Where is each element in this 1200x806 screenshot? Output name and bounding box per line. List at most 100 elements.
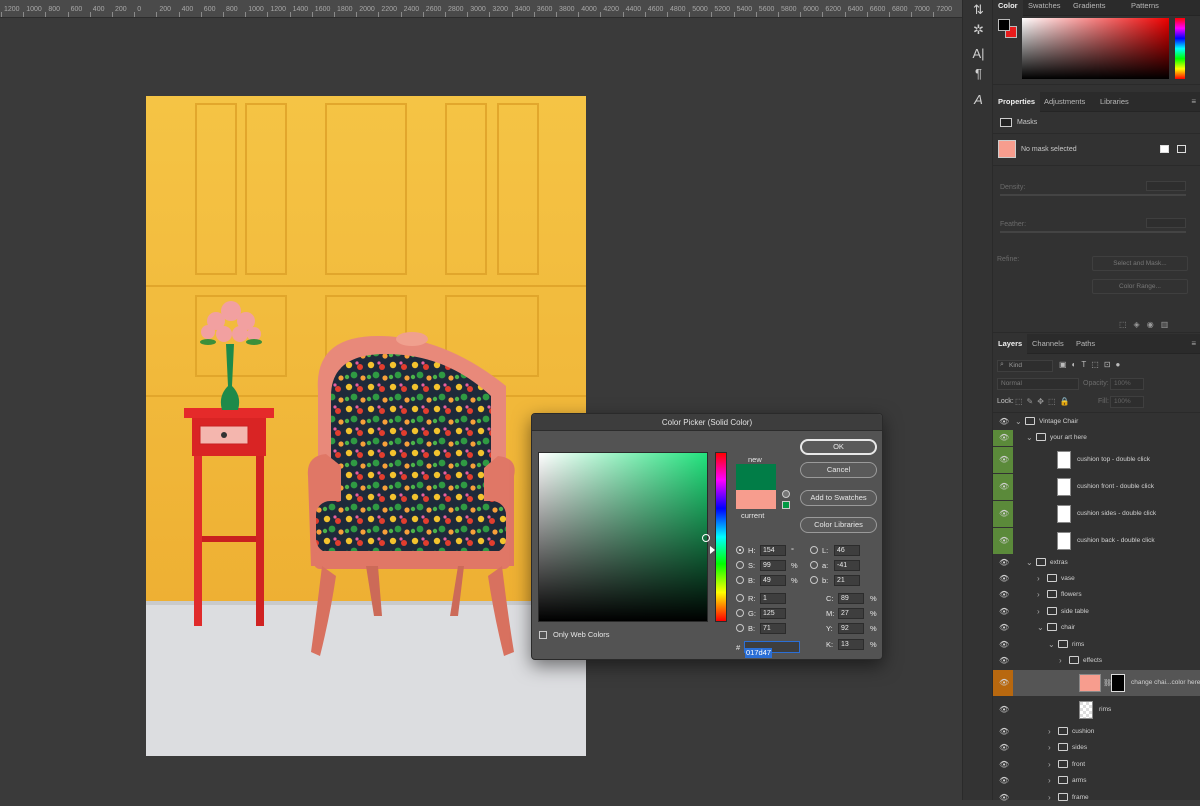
lock-icons[interactable]: ⬚✎✥⬚🔒 <box>1015 397 1073 406</box>
chevron-right-icon[interactable]: › <box>1048 743 1051 752</box>
visibility-eye-icon[interactable]: 👁 <box>999 743 1009 752</box>
red-radio[interactable] <box>736 594 744 602</box>
lab-l-input[interactable]: 46 <box>834 545 860 556</box>
density-slider[interactable] <box>1000 194 1186 196</box>
hue-slider[interactable] <box>715 452 727 622</box>
layer-row-cushion-sides-double-click[interactable]: 👁 cushion sides - double click <box>993 501 1200 527</box>
layer-row-arms[interactable]: 👁 › arms <box>993 773 1200 789</box>
visibility-eye-icon[interactable]: 👁 <box>999 760 1009 769</box>
tab-paths[interactable]: Paths <box>1071 334 1100 354</box>
current-color-swatch[interactable] <box>736 490 776 509</box>
feather-slider[interactable] <box>1000 231 1186 233</box>
visibility-eye-icon[interactable]: 👁 <box>999 705 1009 714</box>
visibility-eye-icon[interactable]: 👁 <box>999 640 1009 649</box>
smart-object-thumbnail[interactable] <box>1057 451 1071 469</box>
layer-row-cushion[interactable]: 👁 › cushion <box>993 724 1200 740</box>
lab-a-input[interactable]: -41 <box>834 560 860 571</box>
layer-row-cushion-top-double-click[interactable]: 👁 cushion top - double click <box>993 447 1200 473</box>
chevron-down-icon[interactable]: ⌄ <box>1037 623 1044 632</box>
fill-field[interactable]: 100% <box>1110 396 1144 408</box>
ok-button[interactable]: OK <box>800 439 877 455</box>
foreground-color-swatch[interactable] <box>998 19 1010 31</box>
blend-mode-select[interactable]: Normal <box>997 378 1079 390</box>
layer-row-extras[interactable]: 👁 ⌄ extras <box>993 555 1200 571</box>
hue-input[interactable]: 154 <box>760 545 786 556</box>
web-safe-swatch-icon[interactable] <box>782 501 790 509</box>
layer-row-rims[interactable]: 👁 ⌄ rims <box>993 637 1200 653</box>
layer-row-sides[interactable]: 👁 › sides <box>993 740 1200 756</box>
color-range-button[interactable]: Color Range... <box>1092 279 1188 294</box>
smart-object-thumbnail[interactable] <box>1057 505 1071 523</box>
character-icon[interactable]: A| <box>963 46 994 61</box>
chevron-right-icon[interactable]: › <box>1048 727 1051 736</box>
visibility-eye-icon[interactable]: 👁 <box>999 574 1009 583</box>
visibility-eye-icon[interactable]: 👁 <box>999 455 1009 464</box>
document-image[interactable] <box>146 96 586 756</box>
mask-thumbnail[interactable] <box>998 140 1016 158</box>
feather-field[interactable] <box>1146 218 1186 228</box>
hue-slider-handle[interactable] <box>710 546 715 554</box>
red-input[interactable]: 1 <box>760 593 786 604</box>
layer-thumbnail[interactable] <box>1079 701 1093 719</box>
visibility-eye-icon[interactable]: 👁 <box>999 558 1009 567</box>
color-libraries-button[interactable]: Color Libraries <box>800 517 877 533</box>
add-pixel-mask-icon[interactable] <box>1160 145 1169 153</box>
add-vector-mask-icon[interactable] <box>1177 145 1186 153</box>
layer-row-side-table[interactable]: 👁 › side table <box>993 604 1200 620</box>
panel-menu-icon[interactable]: ≡ <box>1191 339 1196 348</box>
chevron-down-icon[interactable]: ⌄ <box>1048 640 1055 649</box>
lab-b-radio[interactable] <box>810 576 818 584</box>
density-field[interactable] <box>1146 181 1186 191</box>
layer-row-vase[interactable]: 👁 › vase <box>993 571 1200 587</box>
tab-channels[interactable]: Channels <box>1027 334 1069 354</box>
brightness-radio[interactable] <box>736 576 744 584</box>
chevron-down-icon[interactable]: ⌄ <box>1026 558 1033 567</box>
layer-filter-icons[interactable]: ▣◐T⬚⊡● <box>1059 360 1125 369</box>
layer-mask-thumbnail[interactable] <box>1111 674 1125 692</box>
visibility-eye-icon[interactable]: 👁 <box>999 482 1009 491</box>
yellow-input[interactable]: 92 <box>838 623 864 634</box>
visibility-eye-icon[interactable]: 👁 <box>999 678 1009 687</box>
color-field-cursor[interactable] <box>702 534 710 542</box>
green-radio[interactable] <box>736 609 744 617</box>
chevron-down-icon[interactable]: ⌄ <box>1026 433 1033 442</box>
tab-gradients[interactable]: Gradients <box>1068 0 1111 16</box>
visibility-eye-icon[interactable]: 👁 <box>999 776 1009 785</box>
tab-adjustments[interactable]: Adjustments <box>1039 92 1090 112</box>
glyphs-icon[interactable]: A <box>963 92 994 107</box>
lab-b-input[interactable]: 21 <box>834 575 860 586</box>
chevron-right-icon[interactable]: › <box>1048 776 1051 785</box>
saturation-input[interactable]: 99 <box>760 560 786 571</box>
tab-layers[interactable]: Layers <box>993 334 1028 354</box>
chevron-right-icon[interactable]: › <box>1048 793 1051 802</box>
visibility-eye-icon[interactable]: 👁 <box>999 536 1009 545</box>
chevron-down-icon[interactable]: ⌄ <box>1015 417 1022 426</box>
color-hue-slider[interactable] <box>1175 18 1185 79</box>
layer-row-front[interactable]: 👁 › front <box>993 757 1200 773</box>
visibility-eye-icon[interactable]: 👁 <box>999 793 1009 802</box>
blue-input[interactable]: 71 <box>760 623 786 634</box>
brightness-input[interactable]: 49 <box>760 575 786 586</box>
hue-radio[interactable] <box>736 546 744 554</box>
history-icon[interactable]: ⇅ <box>963 2 994 18</box>
dialog-title[interactable]: Color Picker (Solid Color) <box>532 414 882 431</box>
chevron-right-icon[interactable]: › <box>1059 656 1062 665</box>
tab-color[interactable]: Color <box>993 0 1023 16</box>
color-spectrum-field[interactable] <box>1022 18 1169 79</box>
gamut-warning-icon[interactable] <box>782 490 790 498</box>
magenta-input[interactable]: 27 <box>838 608 864 619</box>
layer-row-cushion-front-double-click[interactable]: 👁 cushion front - double click <box>993 474 1200 500</box>
saturation-brightness-field[interactable] <box>538 452 710 622</box>
layer-row-effects[interactable]: 👁 › effects <box>993 653 1200 669</box>
saturation-radio[interactable] <box>736 561 744 569</box>
layer-row-flowers[interactable]: 👁 › flowers <box>993 587 1200 603</box>
visibility-eye-icon[interactable]: 👁 <box>999 607 1009 616</box>
panel-menu-icon[interactable]: ≡ <box>1191 97 1196 106</box>
layer-row-rims[interactable]: 👁 rims <box>993 697 1200 723</box>
visibility-eye-icon[interactable]: 👁 <box>999 417 1009 426</box>
adjust-icon[interactable]: ✲ <box>963 22 994 38</box>
visibility-eye-icon[interactable]: 👁 <box>999 590 1009 599</box>
blue-radio[interactable] <box>736 624 744 632</box>
paragraph-icon[interactable]: ¶ <box>963 66 994 81</box>
black-input[interactable]: 13 <box>838 639 864 650</box>
